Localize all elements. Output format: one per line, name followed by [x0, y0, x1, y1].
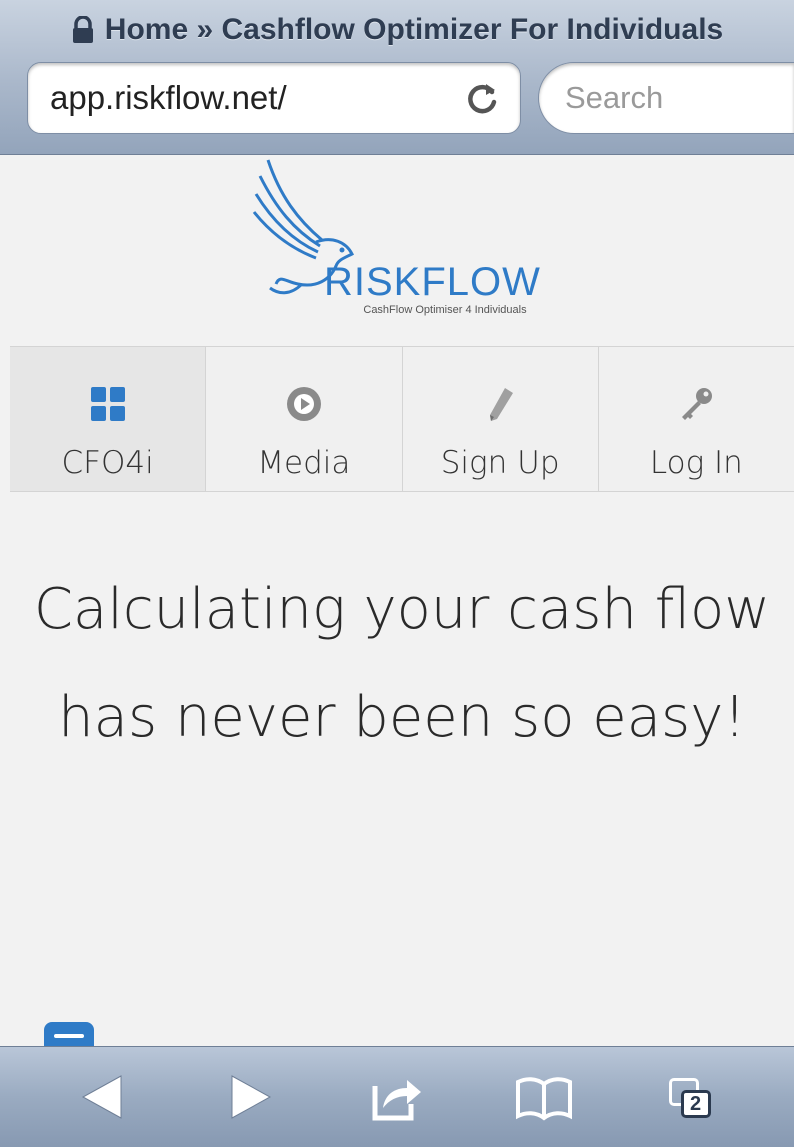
page-title-bar: Home » Cashflow Optimizer For Individual…: [0, 10, 794, 50]
tabs-count: 2: [680, 1090, 711, 1118]
nav-label-sign-up: Sign Up: [440, 445, 560, 481]
search-placeholder: Search: [565, 80, 664, 115]
play-icon: [286, 387, 321, 421]
tabs-button[interactable]: 2: [646, 1062, 736, 1132]
grid-icon: [90, 387, 125, 421]
nav-label-media: Media: [257, 445, 351, 481]
bookmarks-button[interactable]: [499, 1062, 589, 1132]
key-icon: [682, 388, 713, 420]
book-icon: [515, 1077, 572, 1121]
brand-name: RISKFLOW: [324, 260, 541, 304]
nav-label-log-in: Log In: [649, 445, 743, 481]
nav-item-log-in[interactable]: Log In: [599, 347, 794, 491]
partial-calendar-icon: [44, 1022, 94, 1046]
site-logo[interactable]: RISKFLOW CashFlow Optimiser 4 Individual…: [250, 156, 570, 326]
forward-arrow-icon: [231, 1075, 272, 1119]
search-input[interactable]: Search: [538, 62, 794, 134]
share-icon: [372, 1080, 421, 1121]
browser-toolbar: 2: [0, 1046, 794, 1147]
page-title: Home » Cashflow Optimizer For Individual…: [104, 13, 724, 46]
reload-icon[interactable]: [462, 78, 502, 118]
main-nav: CFO4i Media Sign Up Log In: [10, 346, 794, 492]
hero-headline: Calculating your cash flow has never bee…: [33, 577, 771, 750]
tabs-icon: 2: [661, 1070, 721, 1124]
forward-button[interactable]: [205, 1062, 295, 1132]
share-button[interactable]: [352, 1062, 442, 1132]
brand-tagline: CashFlow Optimiser 4 Individuals: [363, 304, 527, 316]
lock-icon: [72, 16, 93, 43]
back-arrow-icon: [82, 1075, 122, 1119]
page-content: RISKFLOW CashFlow Optimiser 4 Individual…: [10, 156, 794, 1046]
url-text: app.riskflow.net/: [50, 79, 287, 116]
back-button[interactable]: [58, 1062, 148, 1132]
nav-label-cfo4i: CFO4i: [61, 445, 154, 481]
pencil-icon: [490, 388, 514, 421]
browser-top-bar: Home » Cashflow Optimizer For Individual…: [0, 0, 794, 155]
nav-item-media[interactable]: Media: [206, 347, 403, 491]
url-field[interactable]: app.riskflow.net/: [27, 62, 521, 134]
nav-item-cfo4i[interactable]: CFO4i: [10, 347, 207, 491]
nav-item-sign-up[interactable]: Sign Up: [403, 347, 599, 491]
